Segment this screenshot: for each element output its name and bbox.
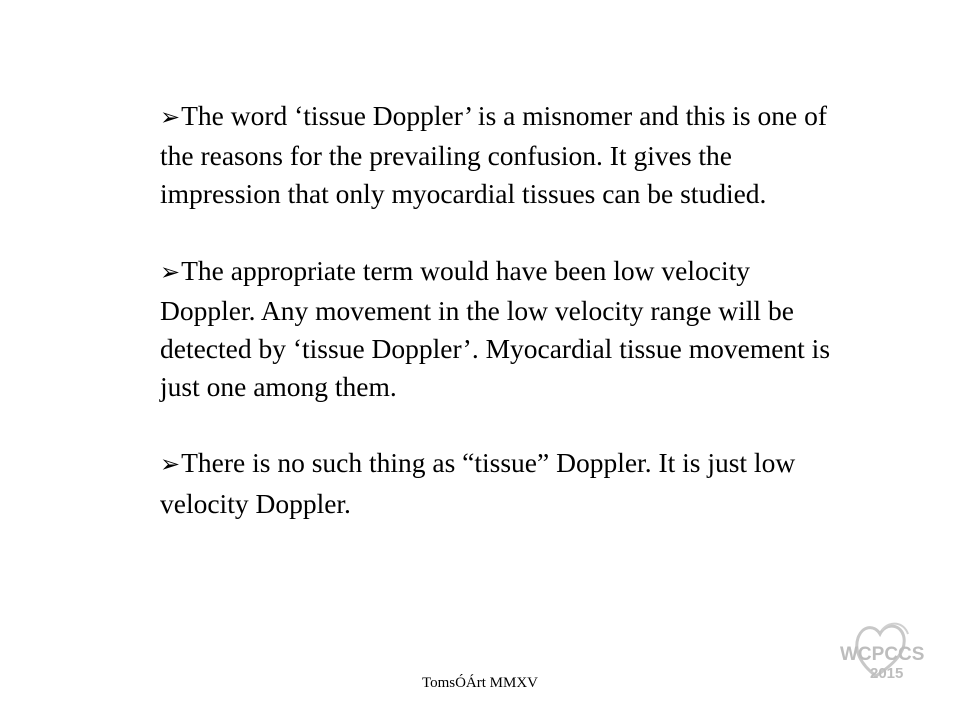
bullet-text: There is no such thing as “tissue” Doppl… <box>160 447 796 519</box>
arrow-bullet-icon: ➢ <box>160 452 181 479</box>
logo-wordmark: WCPCCS <box>840 644 924 665</box>
bullet-text: The appropriate term would have been low… <box>160 254 831 403</box>
bullet-point: ➢The appropriate term would have been lo… <box>160 252 850 407</box>
footer-credit: TomsÓÁrt MMXV <box>421 675 539 691</box>
conference-logo: WCPCCS 2015 <box>840 622 924 682</box>
slide-body: ➢The word ‘tissue Doppler’ is a misnomer… <box>160 97 850 523</box>
arrow-bullet-icon: ➢ <box>160 105 181 131</box>
bullet-point: ➢The word ‘tissue Doppler’ is a misnomer… <box>160 97 850 214</box>
arrow-bullet-icon: ➢ <box>160 259 181 286</box>
bullet-point: ➢There is no such thing as “tissue” Dopp… <box>160 444 850 522</box>
logo-year: 2015 <box>870 665 903 682</box>
bullet-text: The word ‘tissue Doppler’ is a misnomer … <box>160 100 827 210</box>
